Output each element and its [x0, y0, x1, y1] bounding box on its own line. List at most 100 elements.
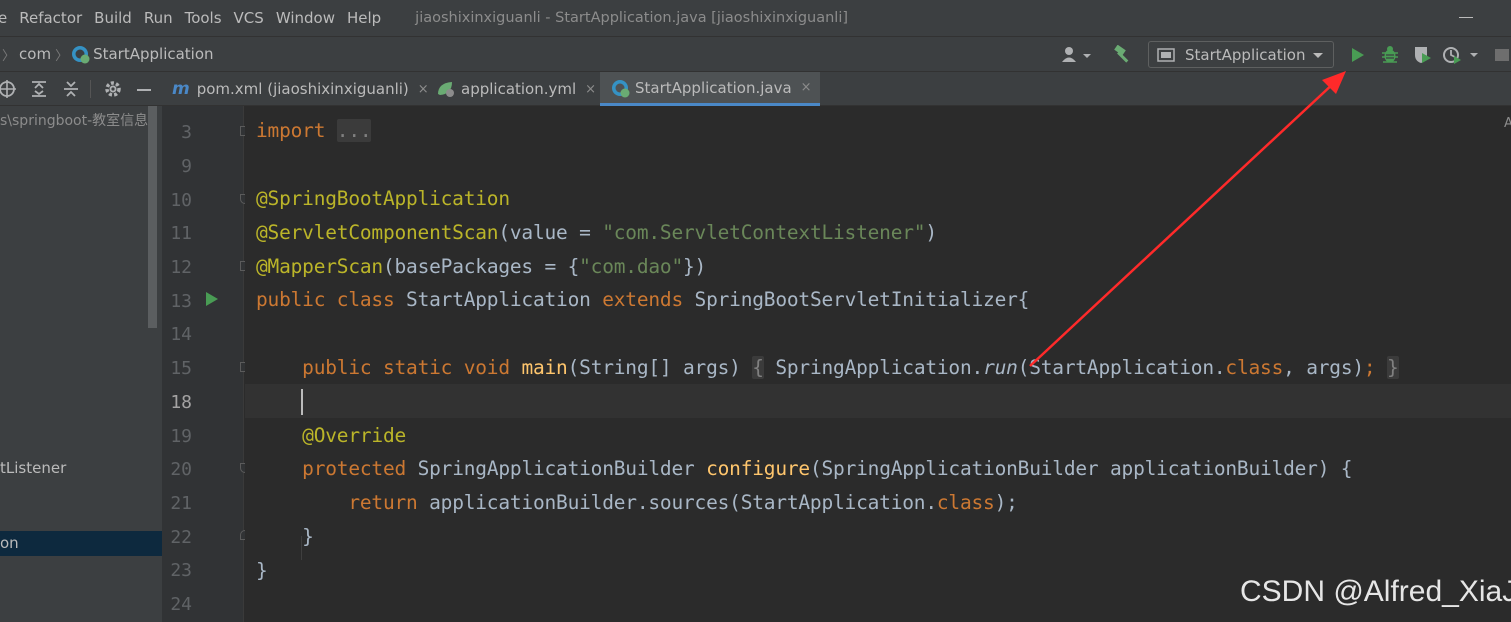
method-name: configure	[706, 457, 810, 480]
toolbar-divider	[90, 80, 91, 98]
keyword: public static void	[302, 356, 522, 379]
user-icon[interactable]	[1061, 46, 1093, 64]
tab-label: application.yml	[461, 80, 577, 98]
menu-window[interactable]: Window	[276, 9, 335, 27]
locate-icon[interactable]	[0, 80, 16, 98]
menu-build[interactable]: Build	[94, 9, 132, 27]
closing-brace: }	[256, 559, 268, 582]
spring-class-icon	[612, 79, 630, 97]
line-number: 19	[170, 426, 192, 447]
tab-application-yml[interactable]: application.yml ×	[436, 72, 596, 106]
code-text: SpringApplication.	[763, 356, 984, 379]
line-number: 15	[170, 358, 192, 379]
debug-icon[interactable]	[1380, 45, 1400, 65]
line-number: 11	[170, 223, 192, 244]
keyword: return	[348, 491, 430, 514]
hide-panel-icon[interactable]	[137, 89, 151, 91]
code-line-3: import ...	[256, 119, 372, 142]
editor-tabs: m pom.xml (jiaoshixinxiguanli) × applica…	[162, 72, 1511, 106]
string-literal: "com.dao"	[579, 255, 684, 278]
menu-help[interactable]: Help	[347, 9, 381, 27]
chevron-down-icon	[1313, 53, 1323, 58]
code-text: (String[] args)	[567, 356, 753, 379]
menu-vcs[interactable]: VCS	[234, 9, 264, 27]
code-editor[interactable]: import ... @SpringBootApplication @Servl…	[245, 106, 1511, 622]
run-gutter-icon[interactable]	[206, 292, 218, 306]
keyword: protected	[302, 457, 418, 480]
project-root-path[interactable]: s\springboot-教室信息	[0, 110, 160, 130]
tab-label: pom.xml (jiaoshixinxiguanli)	[196, 80, 409, 98]
breadcrumb-separator-icon: 〉	[2, 48, 16, 64]
minimize-button[interactable]	[1459, 17, 1473, 18]
folded-imports[interactable]: ...	[336, 119, 372, 142]
code-text: );	[994, 491, 1018, 514]
code-line-10: @SpringBootApplication	[256, 187, 510, 210]
line-number: 22	[170, 527, 192, 548]
text-caret	[301, 389, 303, 415]
code-line-15: public static void main(String[] args) {…	[256, 356, 1399, 379]
breadcrumb-class[interactable]: StartApplication	[93, 45, 213, 63]
code-text: SpringApplicationBuilder	[417, 457, 707, 480]
code-line-23: }	[256, 559, 268, 582]
gear-icon[interactable]	[103, 79, 123, 99]
code-text: , args)	[1283, 356, 1364, 379]
breadcrumb-separator-icon: 〉	[55, 48, 69, 64]
coverage-icon[interactable]	[1412, 45, 1434, 65]
code-text: (value =	[498, 221, 603, 244]
run-icon[interactable]	[1351, 47, 1365, 63]
menu-tools[interactable]: Tools	[185, 9, 222, 27]
profile-icon[interactable]	[1442, 45, 1484, 65]
tab-start-application-java[interactable]: StartApplication.java ×	[600, 72, 820, 106]
menu-refactor[interactable]: Refactor	[19, 9, 82, 27]
class-name: StartApplication	[406, 288, 603, 311]
close-icon[interactable]: ×	[801, 80, 812, 95]
folded-brace[interactable]: {	[752, 356, 764, 379]
line-number: 3	[181, 122, 192, 143]
breadcrumb-package[interactable]: com	[19, 45, 51, 63]
current-line-highlight	[245, 384, 1511, 418]
close-icon[interactable]: ×	[418, 82, 429, 97]
expand-all-icon[interactable]	[30, 80, 48, 98]
collapse-all-icon[interactable]	[62, 80, 80, 98]
code-text: )	[925, 221, 937, 244]
semicolon: ;	[1363, 356, 1376, 379]
annotation: @SpringBootApplication	[256, 187, 510, 210]
line-number-current: 18	[170, 392, 192, 413]
code-line-12: @MapperScan(basePackages = {"com.dao"})	[256, 255, 706, 278]
tab-pom-xml[interactable]: m pom.xml (jiaoshixinxiguanli) ×	[172, 72, 429, 106]
project-toolbar	[0, 72, 162, 106]
menu-edit[interactable]: e	[0, 9, 7, 27]
keyword: extends	[602, 288, 695, 311]
spring-leaf-icon	[438, 82, 454, 97]
line-number: 24	[170, 594, 192, 615]
line-number: 13	[170, 291, 192, 312]
code-text: applicationBuilder.sources(StartApplicat…	[429, 491, 937, 514]
annotation: @MapperScan	[256, 255, 383, 278]
tree-item-start-application[interactable]: on	[0, 534, 19, 552]
code-line-20: protected SpringApplicationBuilder confi…	[256, 457, 1352, 480]
close-icon[interactable]: ×	[585, 82, 596, 97]
annotation: @Override	[302, 424, 407, 447]
sidebar-scrollbar[interactable]	[148, 106, 157, 328]
menu-run[interactable]: Run	[144, 9, 173, 27]
menu-bar: e Refactor Build Run Tools VCS Window He…	[0, 0, 1511, 36]
line-number: 14	[170, 324, 192, 345]
run-configuration-select[interactable]: StartApplication	[1148, 41, 1334, 68]
stop-icon[interactable]	[1495, 49, 1509, 61]
build-hammer-icon[interactable]	[1112, 45, 1134, 65]
tree-item-listener[interactable]: tListener	[0, 459, 66, 477]
maven-icon: m	[172, 79, 190, 99]
folded-brace[interactable]: }	[1387, 356, 1399, 379]
line-number-gutter: 3 9 10 11 12 13 14 15 18 19 20 21 22 23 …	[162, 106, 244, 622]
reader-mode-label[interactable]: A	[1504, 116, 1511, 131]
annotation: @ServletComponentScan	[256, 221, 499, 244]
breadcrumb: 〉 com 〉 StartApplication	[2, 37, 214, 71]
keyword: import	[256, 119, 337, 142]
static-method: run	[983, 356, 1018, 379]
line-number: 10	[170, 190, 192, 211]
code-text: (SpringApplicationBuilder applicationBui…	[809, 457, 1353, 480]
keyword: public class	[256, 288, 407, 311]
window-title: jiaoshixinxiguanli - StartApplication.ja…	[415, 10, 849, 26]
code-line-19: @Override	[256, 424, 406, 447]
line-number: 21	[170, 493, 192, 514]
